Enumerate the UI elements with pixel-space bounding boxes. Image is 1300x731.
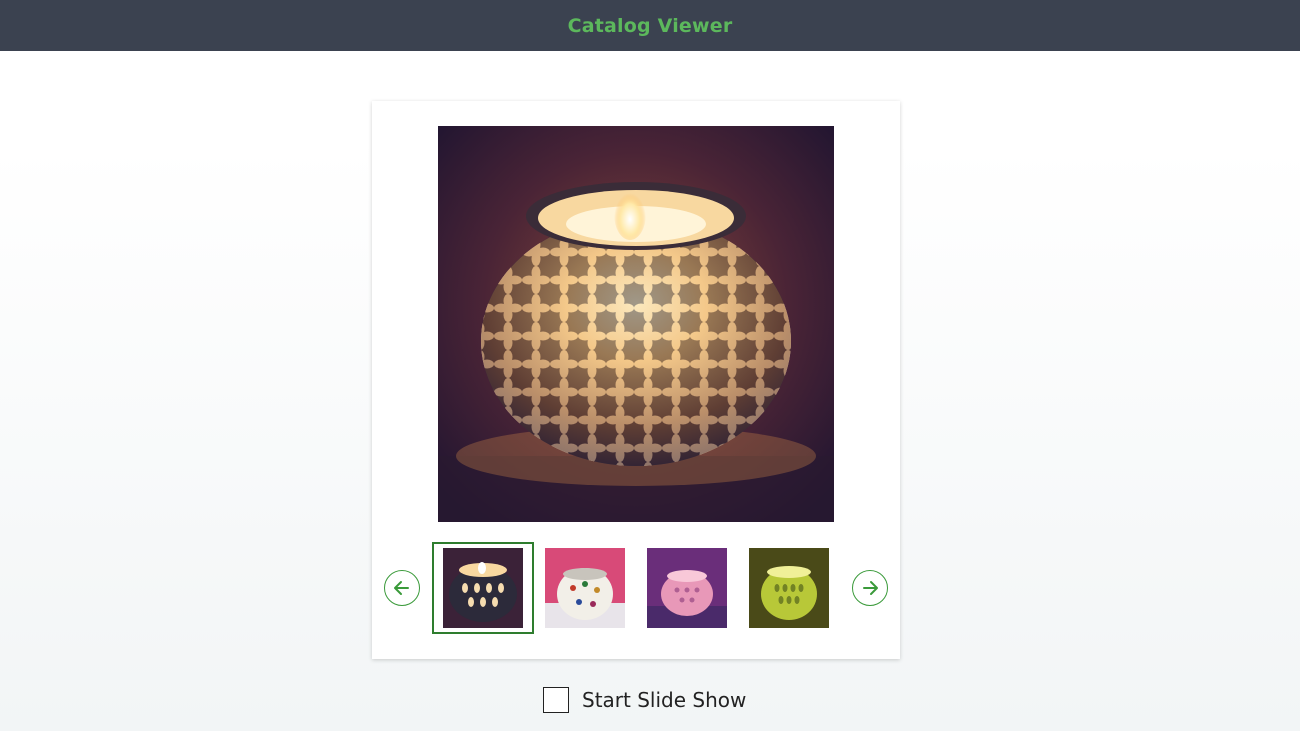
- slideshow-checkbox[interactable]: [543, 687, 569, 713]
- arrow-right-circle-icon: [863, 581, 878, 595]
- thumbnail-image: [545, 548, 625, 628]
- app-title: Catalog Viewer: [567, 14, 733, 37]
- thumbnail-image: [647, 548, 727, 628]
- next-image-button[interactable]: [852, 570, 888, 606]
- slideshow-toggle[interactable]: Start Slide Show: [543, 687, 746, 713]
- thumbnail-3[interactable]: [636, 542, 738, 634]
- catalog-card: [372, 101, 900, 659]
- thumbnail-image: [749, 548, 829, 628]
- arrow-left-circle-icon: [394, 581, 409, 595]
- header-bar: Catalog Viewer: [0, 0, 1300, 51]
- slideshow-label: Start Slide Show: [582, 688, 747, 712]
- main-product-image: [438, 126, 834, 522]
- thumbnail-2[interactable]: [534, 542, 636, 634]
- previous-image-button[interactable]: [384, 570, 420, 606]
- thumbnail-1[interactable]: [432, 542, 534, 634]
- thumbnail-image: [443, 548, 523, 628]
- thumbnail-4[interactable]: [738, 542, 840, 634]
